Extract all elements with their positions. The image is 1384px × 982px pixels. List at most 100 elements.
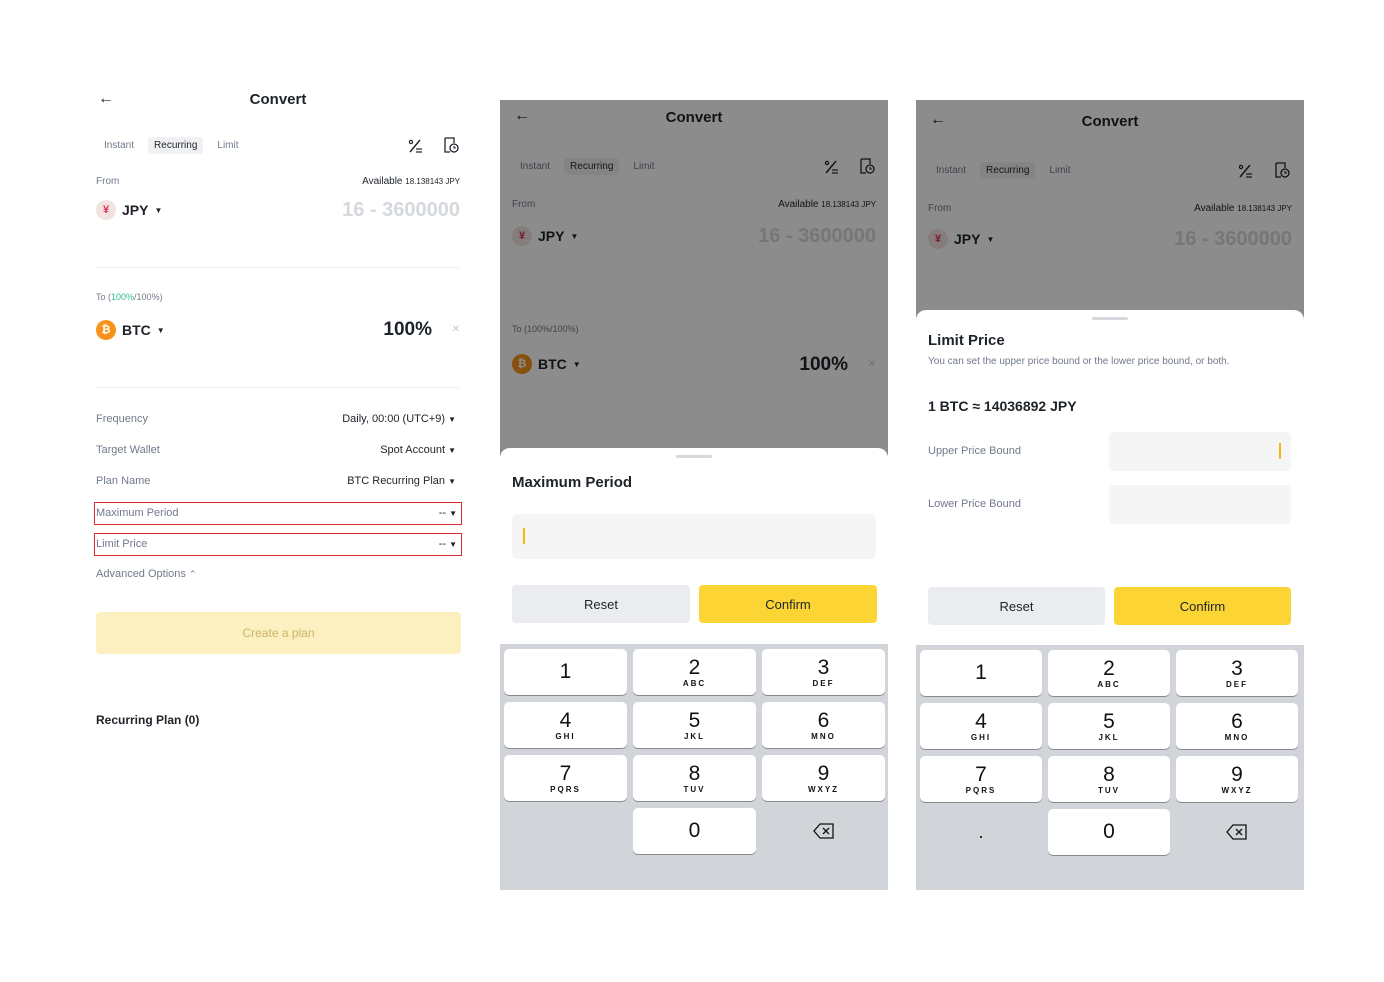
maximum-period-value: -- bbox=[438, 507, 447, 519]
to-percent-value[interactable]: 100% bbox=[383, 319, 432, 341]
from-coin-selector[interactable]: ¥ JPY ▼ bbox=[96, 200, 162, 220]
key-1[interactable]: 1 bbox=[504, 649, 627, 695]
sheet-handle[interactable] bbox=[1092, 317, 1128, 320]
bitcoin-coin-icon: ₿ bbox=[96, 320, 116, 340]
key-letters: DEF bbox=[1226, 679, 1248, 689]
maximum-period-input[interactable] bbox=[512, 514, 876, 559]
key-letters: JKL bbox=[683, 731, 706, 741]
advanced-options-toggle[interactable]: Advanced Options ⌃ bbox=[96, 568, 197, 580]
available-value: 18.138143 JPY bbox=[405, 177, 460, 186]
key-2[interactable]: 2 ABC bbox=[1048, 650, 1170, 696]
text-cursor bbox=[1279, 443, 1281, 459]
frequency-value: Daily, 00:00 (UTC+9) bbox=[342, 413, 446, 425]
key-8[interactable]: 8 TUV bbox=[633, 755, 756, 801]
caret-down-icon: ▼ bbox=[448, 415, 456, 424]
key-number: 0 bbox=[1103, 820, 1115, 843]
numeric-keypad: 1 2 ABC 3 DEF 4 GHI 5 JKL 6 MNO 7 PQRS 8 TUV 9W… bbox=[500, 644, 888, 890]
to-coin-selector[interactable]: ₿ BTC ▼ bbox=[96, 320, 165, 340]
to-prefix: To ( bbox=[96, 292, 112, 302]
backspace-icon[interactable] bbox=[1176, 809, 1298, 855]
to-coin-label: BTC bbox=[122, 322, 151, 338]
sheet-subtitle: You can set the upper price bound or the… bbox=[928, 356, 1230, 367]
key-number: 2 bbox=[688, 655, 701, 679]
lower-price-input[interactable] bbox=[1109, 485, 1291, 524]
tab-recurring[interactable]: Recurring bbox=[148, 137, 204, 154]
key-5[interactable]: 5 JKL bbox=[633, 702, 756, 748]
tab-limit[interactable]: Limit bbox=[211, 137, 244, 154]
reset-button[interactable]: Reset bbox=[928, 587, 1105, 625]
maximum-period-row[interactable]: Maximum Period -- ▼ bbox=[94, 502, 462, 525]
key-letters: GHI bbox=[970, 732, 992, 742]
key-3[interactable]: 3 DEF bbox=[762, 649, 885, 695]
key-7[interactable]: 7 PQRS bbox=[504, 755, 627, 801]
create-plan-button[interactable]: Create a plan bbox=[96, 612, 461, 654]
tab-instant[interactable]: Instant bbox=[98, 137, 140, 154]
page-title: Convert bbox=[249, 91, 307, 108]
frequency-select[interactable]: Daily, 00:00 (UTC+9) ▼ bbox=[342, 413, 456, 425]
key-7[interactable]: 7 PQRS bbox=[920, 756, 1042, 802]
key-number: 1 bbox=[975, 661, 987, 684]
key-number: 1 bbox=[559, 660, 572, 683]
advanced-options-label: Advanced Options bbox=[96, 568, 186, 580]
target-wallet-select[interactable]: Spot Account ▼ bbox=[380, 444, 456, 456]
key-letters: ABC bbox=[682, 678, 707, 688]
from-amount-input[interactable]: 16 - 3600000 bbox=[342, 199, 460, 222]
key-number: 8 bbox=[1103, 762, 1115, 786]
plan-name-select[interactable]: BTC Recurring Plan ▼ bbox=[347, 475, 456, 487]
confirm-button[interactable]: Confirm bbox=[699, 585, 877, 623]
from-label: From bbox=[96, 176, 120, 187]
key-letters: TUV bbox=[683, 784, 706, 794]
key-number: 2 bbox=[1103, 656, 1115, 680]
sheet-title: Maximum Period bbox=[512, 474, 633, 491]
caret-down-icon: ▼ bbox=[156, 325, 165, 335]
to-label: To (100%/100%) bbox=[96, 292, 163, 302]
key-3[interactable]: 3 DEF bbox=[1176, 650, 1298, 696]
divider bbox=[96, 387, 460, 388]
key-number: 6 bbox=[817, 708, 830, 732]
key-8[interactable]: 8 TUV bbox=[1048, 756, 1170, 802]
key-letters: PQRS bbox=[965, 785, 997, 795]
maximum-period-select[interactable]: -- ▼ bbox=[439, 507, 457, 519]
yen-coin-icon: ¥ bbox=[96, 200, 116, 220]
convert-screen-main: ← Convert Instant Recurring Limit From A… bbox=[84, 80, 472, 780]
key-9[interactable]: 9 WXYZ bbox=[762, 755, 885, 801]
upper-price-input[interactable] bbox=[1109, 432, 1291, 471]
key-number: 4 bbox=[559, 708, 572, 732]
percent-icon[interactable] bbox=[406, 137, 424, 155]
key-number: 8 bbox=[688, 761, 701, 785]
exchange-rate: 1 BTC ≈ 14036892 JPY bbox=[928, 398, 1077, 414]
key-1[interactable]: 1 bbox=[920, 650, 1042, 696]
key-2[interactable]: 2 ABC bbox=[633, 649, 756, 695]
to-percent: 100% bbox=[111, 292, 135, 302]
key-6[interactable]: 6 MNO bbox=[762, 702, 885, 748]
history-doc-icon[interactable] bbox=[442, 136, 460, 154]
numeric-keypad: 1 2 ABC 3 DEF 4 GHI 5 JKL 6 MNO 7 PQRS 8 TUV 9W… bbox=[916, 645, 1304, 890]
limit-price-select[interactable]: -- ▼ bbox=[439, 538, 457, 550]
key-4[interactable]: 4 GHI bbox=[504, 702, 627, 748]
limit-price-value: -- bbox=[438, 538, 447, 550]
key-number: 7 bbox=[975, 762, 987, 786]
key-6[interactable]: 6 MNO bbox=[1176, 703, 1298, 749]
clear-icon[interactable]: ✕ bbox=[452, 324, 460, 335]
caret-down-icon: ▼ bbox=[449, 540, 457, 549]
key-5[interactable]: 5 JKL bbox=[1048, 703, 1170, 749]
confirm-button[interactable]: Confirm bbox=[1114, 587, 1291, 625]
available-label: Available bbox=[362, 176, 403, 187]
key-0[interactable]: 0 bbox=[633, 808, 756, 854]
limit-price-row[interactable]: Limit Price -- ▼ bbox=[94, 533, 462, 556]
key-9[interactable]: 9 WXYZ bbox=[1176, 756, 1298, 802]
key-letters: ABC bbox=[1097, 679, 1121, 689]
target-wallet-label: Target Wallet bbox=[96, 444, 160, 456]
to-suffix: /100%) bbox=[134, 292, 163, 302]
sheet-handle[interactable] bbox=[676, 455, 712, 458]
key-number: 0 bbox=[688, 819, 701, 842]
reset-button[interactable]: Reset bbox=[512, 585, 690, 623]
key-0[interactable]: 0 bbox=[1048, 809, 1170, 855]
key-number: 9 bbox=[817, 761, 830, 785]
key-decimal[interactable]: . bbox=[920, 809, 1042, 855]
key-number: 4 bbox=[975, 709, 987, 733]
key-letters: TUV bbox=[1098, 785, 1120, 795]
key-number: 5 bbox=[688, 708, 701, 732]
key-4[interactable]: 4 GHI bbox=[920, 703, 1042, 749]
backspace-icon[interactable] bbox=[762, 808, 885, 854]
